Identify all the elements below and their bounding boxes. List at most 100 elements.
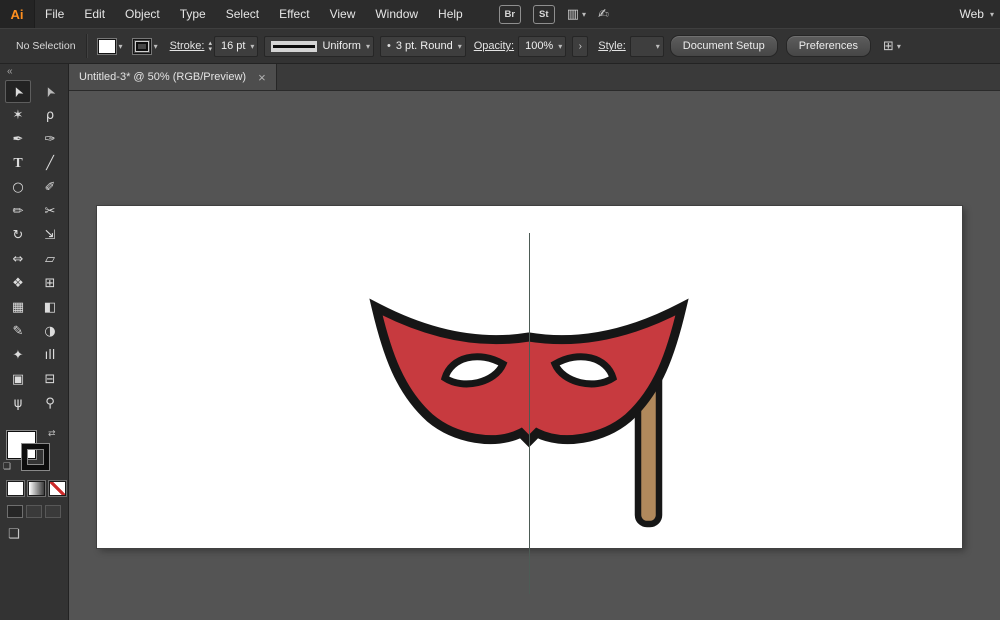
lasso-tool[interactable]: ρ	[37, 104, 63, 127]
paintbrush-tool[interactable]: ✐	[37, 176, 63, 199]
style-combo[interactable]: ▾	[630, 36, 664, 57]
menu-file[interactable]: File	[35, 0, 74, 28]
shape-builder-tool-icon: ❖	[12, 276, 24, 291]
ellipse-tool[interactable]: ○	[5, 176, 31, 199]
line-segment-tool[interactable]: ╱	[37, 152, 63, 175]
document-tab[interactable]: Untitled-3* @ 50% (RGB/Preview) ×	[69, 64, 277, 90]
scale-tool[interactable]: ⇲	[37, 224, 63, 247]
pencil-tool[interactable]: ✏	[5, 200, 31, 223]
direct-selection-tool-icon: ➤	[41, 83, 59, 99]
menu-effect[interactable]: Effect	[269, 0, 319, 28]
vertical-guide[interactable]	[529, 233, 530, 594]
bridge-button[interactable]: Br	[499, 5, 521, 24]
shape-builder-tool[interactable]: ❖	[5, 272, 31, 295]
more-options-button[interactable]: ›	[572, 36, 588, 57]
symbol-sprayer-tool[interactable]: ✦	[5, 344, 31, 367]
opacity-panel-link[interactable]: Opacity:	[474, 40, 514, 52]
transform-options-button[interactable]: ⊞ ▾	[883, 39, 901, 54]
menu-view[interactable]: View	[320, 0, 366, 28]
brush-combo[interactable]: • 3 pt. Round ▾	[380, 36, 466, 57]
type-tool[interactable]: T	[5, 152, 31, 175]
lasso-tool-icon: ρ	[46, 108, 54, 123]
none-button[interactable]	[49, 481, 66, 496]
hand-tool[interactable]: ψ	[5, 392, 31, 415]
chevron-down-icon: ▾	[119, 42, 123, 51]
preferences-button[interactable]: Preferences	[786, 35, 871, 57]
slice-tool[interactable]: ⊟	[37, 368, 63, 391]
menu-type[interactable]: Type	[170, 0, 216, 28]
scissors-tool[interactable]: ✂	[37, 200, 63, 223]
style-panel-link[interactable]: Style:	[598, 40, 626, 52]
stroke-weight-combo[interactable]: 16 pt ▾	[214, 36, 258, 57]
eyedropper-tool[interactable]: ✎	[5, 320, 31, 343]
canvas[interactable]	[69, 91, 1000, 620]
ellipse-tool-icon: ○	[12, 180, 23, 195]
artboard-tool[interactable]: ▣	[5, 368, 31, 391]
menu-object[interactable]: Object	[115, 0, 170, 28]
perspective-grid-tool[interactable]: ⊞	[37, 272, 63, 295]
stroke-weight-stepper[interactable]: ▴ ▾	[208, 40, 212, 52]
zoom-tool[interactable]: ⚲	[37, 392, 63, 415]
menu-help[interactable]: Help	[428, 0, 473, 28]
chevron-down-icon: ▾	[897, 42, 901, 51]
document-setup-button[interactable]: Document Setup	[670, 35, 778, 57]
swap-colors-icon[interactable]: ⇄	[48, 429, 56, 439]
stroke-color-dropdown[interactable]: ▾	[133, 39, 158, 54]
draw-inside-button[interactable]	[45, 505, 61, 518]
fill-color-dropdown[interactable]: ▾	[98, 39, 123, 54]
color-button[interactable]	[7, 481, 24, 496]
menu-select[interactable]: Select	[216, 0, 269, 28]
stroke-swatch[interactable]	[22, 444, 49, 470]
width-tool-icon: ⇔	[13, 252, 24, 267]
magic-wand-tool-icon: ✶	[13, 108, 24, 123]
pen-tool[interactable]: ✒	[5, 128, 31, 151]
direct-selection-tool[interactable]: ➤	[37, 80, 63, 103]
collapse-panel-button[interactable]: «	[0, 64, 68, 80]
scissors-tool-icon: ✂	[45, 204, 56, 219]
gradient-tool[interactable]: ◧	[37, 296, 63, 319]
stroke-panel-link[interactable]: Stroke:	[170, 40, 205, 52]
transform-grid-icon: ⊞	[883, 39, 894, 54]
default-colors-icon[interactable]: ❏	[3, 462, 11, 472]
blend-tool[interactable]: ◑	[37, 320, 63, 343]
draw-behind-button[interactable]	[26, 505, 42, 518]
draw-normal-button[interactable]	[7, 505, 23, 518]
tools-grid: ➤ ➤ ✶ ρ ✒ ✑ T ╱ ○ ✐ ✏ ✂ ↻ ⇲ ⇔ ▱ ❖ ⊞ ▦ ◧ ✎ ◑ ✦ ıll ▣ ⊟ ψ ⚲	[0, 80, 68, 415]
appbar-icons: Br St ▥ ▾ ✍	[499, 5, 609, 24]
free-transform-tool[interactable]: ▱	[37, 248, 63, 271]
brush-value: 3 pt. Round	[396, 40, 453, 52]
arrange-documents-button[interactable]: ▥ ▾	[567, 7, 586, 22]
mesh-tool[interactable]: ▦	[5, 296, 31, 319]
paint-mode-row	[7, 481, 66, 496]
gradient-button[interactable]	[28, 481, 45, 496]
stock-button[interactable]: St	[533, 5, 555, 24]
line-segment-tool-icon: ╱	[46, 156, 54, 171]
chevron-down-icon: ▾	[582, 10, 586, 19]
column-graph-tool[interactable]: ıll	[37, 344, 63, 367]
width-profile-combo[interactable]: Uniform ▾	[264, 36, 374, 57]
touch-workspace-button[interactable]: ✍	[598, 7, 609, 22]
workspace-switcher[interactable]: Web ▾	[960, 7, 994, 21]
stepper-down-icon[interactable]: ▾	[208, 46, 212, 52]
selection-tool-icon: ➤	[9, 83, 27, 99]
close-tab-icon[interactable]: ×	[258, 71, 266, 84]
rotate-tool[interactable]: ↻	[5, 224, 31, 247]
magic-wand-tool[interactable]: ✶	[5, 104, 31, 127]
illustrator-window: Ai File Edit Object Type Select Effect V…	[0, 0, 1000, 620]
stroke-profile-preview	[271, 41, 317, 52]
width-tool[interactable]: ⇔	[5, 248, 31, 271]
drawing-mode-row	[7, 505, 61, 518]
fill-color-swatch	[98, 39, 116, 54]
color-widgets: ⇄ ❏ ❏	[0, 429, 68, 579]
curvature-tool[interactable]: ✑	[37, 128, 63, 151]
slice-tool-icon: ⊟	[45, 372, 56, 387]
selection-tool[interactable]: ➤	[5, 80, 31, 103]
free-transform-tool-icon: ▱	[45, 252, 55, 267]
opacity-combo[interactable]: 100% ▾	[518, 36, 566, 57]
zoom-tool-icon: ⚲	[45, 396, 55, 411]
menu-window[interactable]: Window	[365, 0, 428, 28]
document-tab-title: Untitled-3* @ 50% (RGB/Preview)	[79, 71, 246, 83]
scale-tool-icon: ⇲	[45, 228, 56, 243]
screen-mode-button[interactable]: ❏	[8, 527, 20, 542]
menu-edit[interactable]: Edit	[74, 0, 115, 28]
